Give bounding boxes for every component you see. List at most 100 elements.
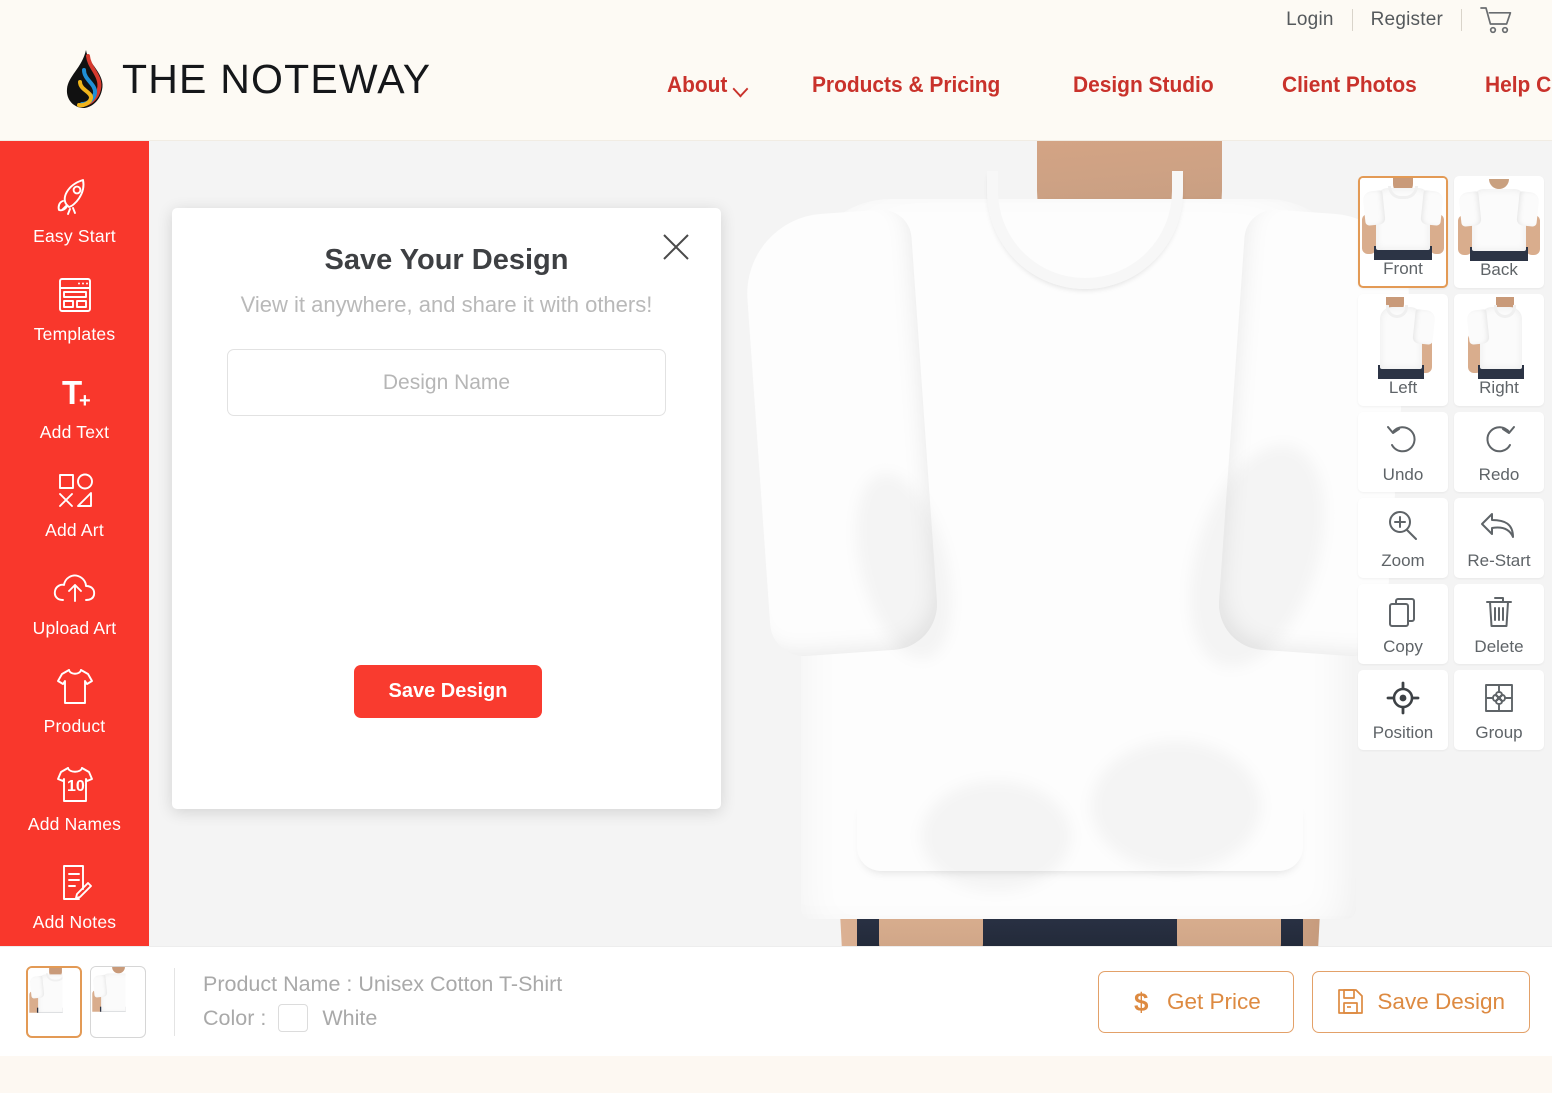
sidebar-item-product[interactable]: Product [0, 652, 149, 750]
chevron-down-icon [734, 83, 748, 92]
sidebar-item-add-art[interactable]: Add Art [0, 455, 149, 553]
sidebar-label-upload-art: Upload Art [32, 618, 117, 639]
redo-icon [1481, 419, 1517, 461]
tool-undo[interactable]: Undo [1358, 412, 1448, 492]
note-pencil-icon [53, 860, 97, 906]
tshirt-back-thumb [1456, 179, 1542, 262]
product-name-text: Product Name : Unisex Cotton T-Shirt [203, 972, 563, 997]
save-design-button[interactable]: Save Design [1312, 970, 1530, 1033]
get-price-button[interactable]: $ Get Price [1098, 970, 1295, 1033]
fabric-fold [1091, 741, 1261, 871]
nav-item-help-centre[interactable]: Help Centre [1458, 72, 1552, 98]
view-label-right: Right [1479, 378, 1519, 398]
tool-label-delete: Delete [1474, 637, 1524, 657]
fabric-fold [921, 781, 1071, 891]
footer-strip [0, 1056, 1552, 1093]
sidebar-label-easy-start: Easy Start [33, 225, 116, 246]
sidebar-label-add-names: Add Names [27, 814, 122, 835]
tshirt-front-thumb [1360, 178, 1446, 261]
sidebar-item-add-text[interactable]: T + Add Text [0, 357, 149, 455]
modal-subtitle: View it anywhere, and share it with othe… [240, 292, 653, 317]
sidebar-item-add-names[interactable]: 10 Add Names [0, 750, 149, 848]
modal-title: Save Your Design [324, 244, 569, 276]
shapes-icon [52, 468, 98, 514]
product-color-line: Color : White [203, 1002, 562, 1035]
rocket-icon [53, 174, 97, 220]
tshirt-right-thumb [1456, 297, 1542, 380]
sidebar-label-add-notes: Add Notes [32, 912, 117, 933]
site-header: Login Register THE NOTEWAY About Product… [0, 0, 1552, 141]
svg-text:10: 10 [67, 778, 85, 795]
view-label-back: Back [1480, 260, 1518, 280]
bottom-bar: Product Name : Unisex Cotton T-Shirt Col… [0, 946, 1552, 1056]
close-icon[interactable] [657, 228, 695, 266]
product-preview-model [741, 141, 1415, 946]
right-tool-panel: Front Back Left Right Undo Redo Zoom Re-… [1358, 176, 1546, 750]
undo-icon [1385, 419, 1421, 461]
zoom-in-icon [1385, 505, 1421, 547]
main-navigation: About Products & Pricing Design Studio C… [640, 72, 1552, 98]
tool-label-redo: Redo [1478, 465, 1520, 485]
nav-item-about[interactable]: About [640, 72, 775, 98]
cart-button[interactable] [1462, 6, 1528, 34]
cloud-upload-icon [50, 566, 100, 612]
left-tool-sidebar: Easy Start Templates T + Add Text Add Ar… [0, 141, 149, 946]
jersey-number-icon: 10 [50, 762, 100, 808]
tool-label-zoom: Zoom [1381, 551, 1425, 571]
product-thumbnails [26, 965, 146, 1038]
sidebar-label-product: Product [43, 716, 106, 737]
tool-copy[interactable]: Copy [1358, 584, 1448, 664]
tool-label-undo: Undo [1382, 465, 1424, 485]
tool-label-position: Position [1372, 723, 1434, 743]
view-tile-left[interactable]: Left [1358, 294, 1448, 406]
tool-zoom[interactable]: Zoom [1358, 498, 1448, 578]
login-link[interactable]: Login [1268, 9, 1352, 31]
design-studio-page: Login Register THE NOTEWAY About Product… [0, 0, 1552, 1093]
brand-name: THE NOTEWAY [122, 55, 432, 102]
color-swatch[interactable] [278, 1004, 309, 1033]
svg-text:$: $ [1134, 987, 1149, 1017]
product-thumb-front[interactable] [26, 965, 82, 1038]
tool-label-group: Group [1475, 723, 1523, 743]
text-plus-icon: T + [53, 370, 97, 416]
sidebar-item-templates[interactable]: Templates [0, 259, 149, 357]
tool-group[interactable]: Group [1454, 670, 1544, 750]
nav-label-design-studio: Design Studio [1072, 72, 1214, 97]
register-link[interactable]: Register [1353, 9, 1461, 31]
brand-logo[interactable]: THE NOTEWAY [62, 48, 431, 110]
view-tile-back[interactable]: Back [1454, 176, 1544, 288]
nav-item-client-photos[interactable]: Client Photos [1255, 72, 1444, 98]
sidebar-item-add-notes[interactable]: Add Notes [0, 848, 149, 946]
nav-label-about: About [666, 72, 728, 97]
nav-label-help-centre: Help Centre [1484, 72, 1552, 97]
modal-save-design-button[interactable]: Save Design [354, 665, 542, 718]
tool-restart[interactable]: Re-Start [1454, 498, 1544, 578]
get-price-label: Get Price [1167, 988, 1261, 1014]
sidebar-item-easy-start[interactable]: Easy Start [0, 161, 149, 259]
view-label-front: Front [1383, 259, 1423, 279]
nav-label-products-pricing: Products & Pricing [811, 72, 1001, 97]
nav-item-design-studio[interactable]: Design Studio [1046, 72, 1241, 98]
tool-redo[interactable]: Redo [1454, 412, 1544, 492]
product-thumb-back[interactable] [90, 965, 146, 1038]
dollar-icon: $ [1134, 987, 1149, 1017]
design-name-input[interactable] [227, 349, 666, 416]
shopping-cart-icon [1480, 7, 1512, 34]
copy-icon [1386, 591, 1420, 633]
restart-arrow-icon [1480, 505, 1518, 547]
tshirt-left-thumb [1360, 297, 1446, 380]
tool-label-copy: Copy [1383, 637, 1423, 657]
trash-icon [1483, 591, 1515, 633]
tool-position[interactable]: Position [1358, 670, 1448, 750]
view-tile-front[interactable]: Front [1358, 176, 1448, 288]
view-tile-right[interactable]: Right [1454, 294, 1544, 406]
color-value: White [322, 1005, 378, 1030]
sidebar-label-templates: Templates [33, 323, 116, 344]
tool-delete[interactable]: Delete [1454, 584, 1544, 664]
nav-item-products-pricing[interactable]: Products & Pricing [785, 72, 1027, 98]
puzzle-group-icon [1482, 677, 1516, 719]
crosshair-icon [1386, 677, 1420, 719]
sidebar-item-upload-art[interactable]: Upload Art [0, 554, 149, 652]
nav-label-client-photos: Client Photos [1281, 72, 1417, 97]
save-design-modal: Save Your Design View it anywhere, and s… [172, 208, 721, 809]
